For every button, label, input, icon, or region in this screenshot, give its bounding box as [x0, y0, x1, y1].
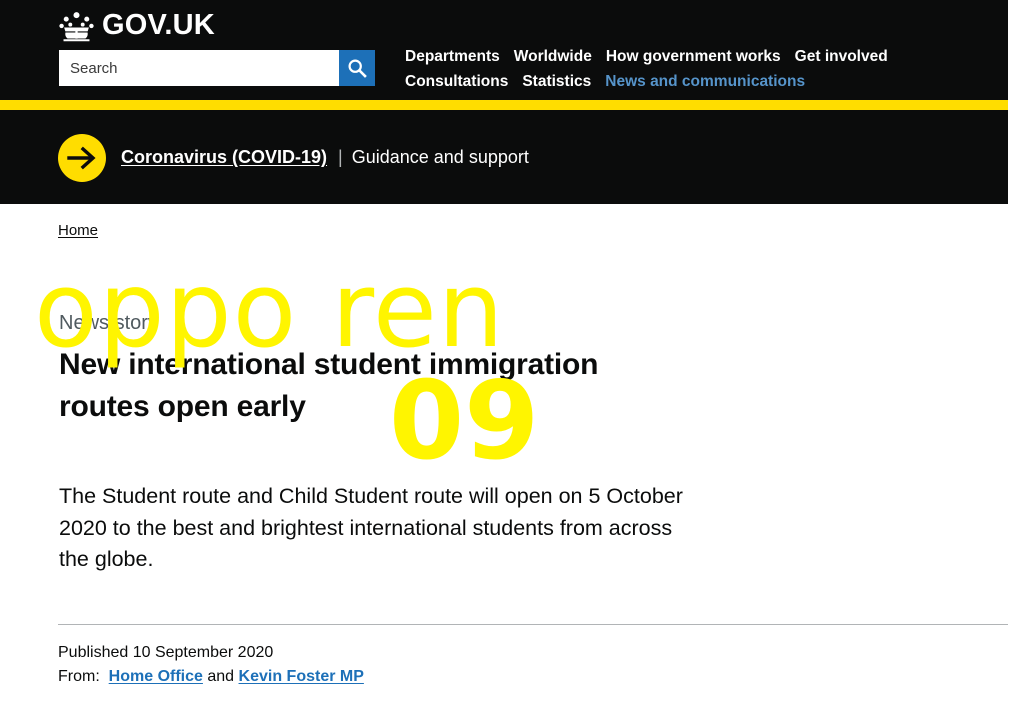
crown-icon — [58, 9, 95, 42]
page-root: GOV.UK Departments Worldwide How governmen… — [0, 0, 1016, 702]
metadata-divider — [58, 624, 1010, 625]
from-line: From: Home Office and Kevin Foster MP — [58, 665, 364, 689]
search-button[interactable] — [339, 50, 375, 86]
organisation-link-home-office[interactable]: Home Office — [109, 668, 203, 685]
govuk-header: GOV.UK Departments Worldwide How governmen… — [0, 0, 1008, 100]
coronavirus-subtitle: Guidance and support — [351, 147, 529, 167]
coronavirus-banner-text: Coronavirus (COVID-19) | Guidance and supp… — [121, 146, 529, 168]
arrow-right-icon — [58, 134, 106, 182]
nav-item-worldwide[interactable]: Worldwide — [514, 44, 592, 69]
primary-navigation[interactable]: Departments Worldwide How government works… — [405, 44, 905, 94]
search-input[interactable] — [59, 50, 339, 86]
nav-item-consultations[interactable]: Consultations — [405, 69, 508, 94]
nav-item-statistics[interactable]: Statistics — [522, 69, 591, 94]
govuk-logo-link[interactable]: GOV.UK — [58, 9, 215, 42]
coronavirus-separator: | — [338, 147, 343, 167]
coronavirus-link[interactable]: Coronavirus (COVID-19) — [121, 147, 327, 167]
nav-item-how-government-works[interactable]: How government works — [606, 44, 781, 69]
page-title: New international student immigration ro… — [59, 348, 599, 423]
document-type-kicker: News story — [59, 312, 158, 334]
header-yellow-rule — [0, 100, 1008, 110]
organisation-link-kevin-foster-mp[interactable]: Kevin Foster MP — [239, 668, 364, 685]
search-icon — [347, 58, 367, 78]
govuk-logo-text: GOV.UK — [102, 9, 215, 41]
from-conjunction: and — [207, 668, 235, 685]
nav-item-news-and-communications[interactable]: News and communications — [605, 69, 805, 94]
breadcrumb: Home — [58, 222, 98, 239]
nav-item-departments[interactable]: Departments — [405, 44, 500, 69]
main-content: Home News story New international studen… — [0, 204, 1010, 702]
scrollbar-gutter[interactable] — [1008, 0, 1016, 702]
site-search-form[interactable] — [59, 50, 375, 86]
from-label: From: — [58, 668, 100, 685]
nav-item-get-involved[interactable]: Get involved — [795, 44, 888, 69]
published-date: Published 10 September 2020 — [58, 644, 274, 661]
article-metadata: Published 10 September 2020 From: Home O… — [58, 641, 364, 689]
article-lede: The Student route and Child Student rout… — [59, 484, 683, 571]
breadcrumb-item-home[interactable]: Home — [58, 222, 98, 239]
